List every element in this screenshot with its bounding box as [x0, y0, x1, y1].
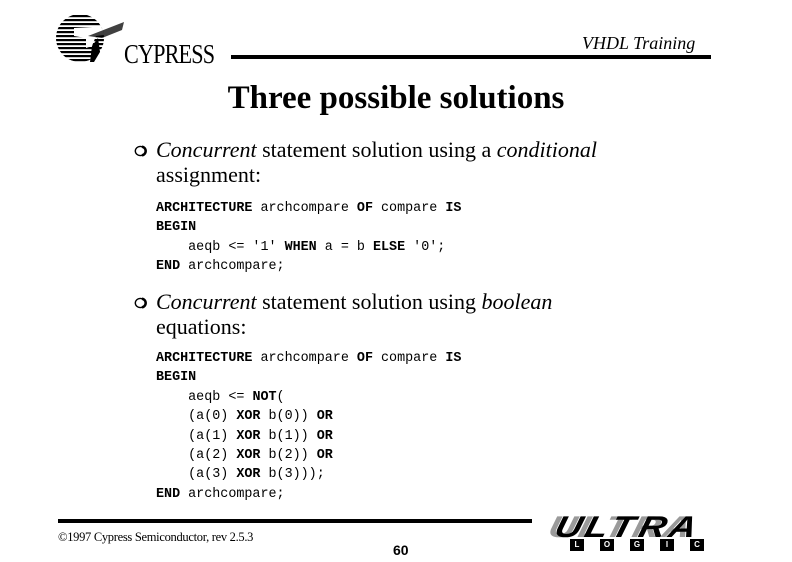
- hollow-circle-bullet-icon: [134, 297, 147, 309]
- code-line: END archcompare;: [156, 257, 461, 276]
- code-keyword: WHEN: [284, 239, 317, 255]
- code-keyword: ARCHITECTURE: [156, 201, 253, 216]
- code-text: (a(2): [156, 448, 237, 464]
- code-keyword: XOR: [236, 409, 261, 425]
- code-line: (a(3) XOR b(3)));: [156, 465, 461, 484]
- code-keyword: OR: [316, 409, 333, 425]
- page-number: 60: [393, 542, 409, 558]
- code-keyword: OR: [316, 448, 333, 464]
- code-line: (a(0) XOR b(0)) OR: [156, 407, 461, 426]
- cypress-brand-text: CYPRESS: [124, 39, 215, 69]
- code-text: archcompare;: [180, 259, 285, 275]
- bullet-text: Concurrent statement solution using a co…: [156, 137, 597, 187]
- logic-logo-letter: I: [660, 539, 674, 551]
- code-text: aeqb <= '1': [156, 239, 285, 255]
- code-keyword: END: [156, 259, 181, 275]
- bullet-text: Concurrent statement solution using bool…: [156, 289, 552, 339]
- code-keyword: NOT: [252, 389, 277, 405]
- code-text: compare: [372, 201, 446, 216]
- code-line: (a(1) XOR b(1)) OR: [156, 427, 461, 446]
- hollow-circle-bullet-icon: [134, 145, 147, 157]
- logic-logo-letter: L: [570, 539, 584, 551]
- code-text: '0';: [405, 239, 446, 255]
- course-title: VHDL Training: [582, 33, 696, 53]
- code-keyword: ELSE: [372, 239, 406, 255]
- code-line: BEGIN: [156, 368, 461, 387]
- code-keyword: END: [156, 486, 181, 502]
- code-text: b(0)): [260, 409, 317, 425]
- code-keyword: OF: [356, 351, 373, 366]
- code-keyword: XOR: [236, 467, 261, 483]
- bullet-body: statement solution using a: [256, 137, 497, 162]
- bullet-emphasis: boolean: [481, 289, 553, 314]
- logic-logo-letter: O: [600, 539, 614, 551]
- logic-logo-letter: C: [690, 539, 704, 551]
- copyright-notice: ©1997 Cypress Semiconductor, rev 2.5.3: [58, 530, 254, 544]
- footer-divider: [58, 519, 532, 523]
- bullet-emphasis: Concurrent: [156, 289, 257, 314]
- code-text: archcompare: [252, 201, 357, 216]
- code-keyword: OF: [356, 201, 373, 216]
- code-text: (a(1): [156, 428, 237, 444]
- code-text: a = b: [316, 239, 373, 255]
- logic-logo-letter: G: [630, 539, 644, 551]
- code-line: (a(2) XOR b(2)) OR: [156, 446, 461, 465]
- code-keyword: IS: [445, 201, 462, 216]
- code-keyword: BEGIN: [156, 220, 197, 236]
- bullet-continuation: equations:: [156, 314, 247, 339]
- bullet-emphasis: conditional: [496, 137, 597, 162]
- code-line: ARCHITECTURE archcompare OF compare IS: [156, 199, 461, 218]
- code-line: aeqb <= NOT(: [156, 388, 461, 407]
- code-text: (: [276, 389, 285, 405]
- code-text: (a(0): [156, 409, 237, 425]
- code-line: ARCHITECTURE archcompare OF compare IS: [156, 349, 461, 368]
- code-line: BEGIN: [156, 218, 461, 237]
- code-block-conditional: ARCHITECTURE archcompare OF compare IS BE…: [156, 199, 461, 277]
- code-keyword: ARCHITECTURE: [156, 351, 253, 366]
- code-text: b(3)));: [260, 467, 325, 483]
- code-text: b(1)): [260, 428, 317, 444]
- code-text: aeqb <=: [156, 389, 253, 405]
- slide-title: Three possible solutions: [227, 80, 565, 116]
- bullet-continuation: assignment:: [156, 162, 262, 187]
- code-text: archcompare;: [180, 486, 285, 502]
- code-keyword: BEGIN: [156, 370, 197, 386]
- code-text: (a(3): [156, 467, 237, 483]
- code-keyword: OR: [316, 428, 333, 444]
- code-text: archcompare: [252, 351, 357, 366]
- code-line: END archcompare;: [156, 485, 461, 504]
- code-keyword: XOR: [236, 448, 261, 464]
- code-text: compare: [372, 351, 446, 366]
- cypress-tree-emblem-icon: [56, 15, 124, 62]
- code-keyword: XOR: [236, 428, 261, 444]
- cypress-logo: CYPRESS: [52, 12, 222, 69]
- bullet-body: statement solution using: [256, 289, 482, 314]
- ultra-logic-logo: U L T R A L O G I C: [545, 511, 725, 551]
- code-keyword: IS: [445, 351, 462, 366]
- code-text: b(2)): [260, 448, 317, 464]
- header-divider: [231, 55, 711, 59]
- code-line: aeqb <= '1' WHEN a = b ELSE '0';: [156, 238, 461, 257]
- bullet-emphasis: Concurrent: [156, 137, 257, 162]
- code-block-boolean: ARCHITECTURE archcompare OF compare IS BE…: [156, 349, 461, 504]
